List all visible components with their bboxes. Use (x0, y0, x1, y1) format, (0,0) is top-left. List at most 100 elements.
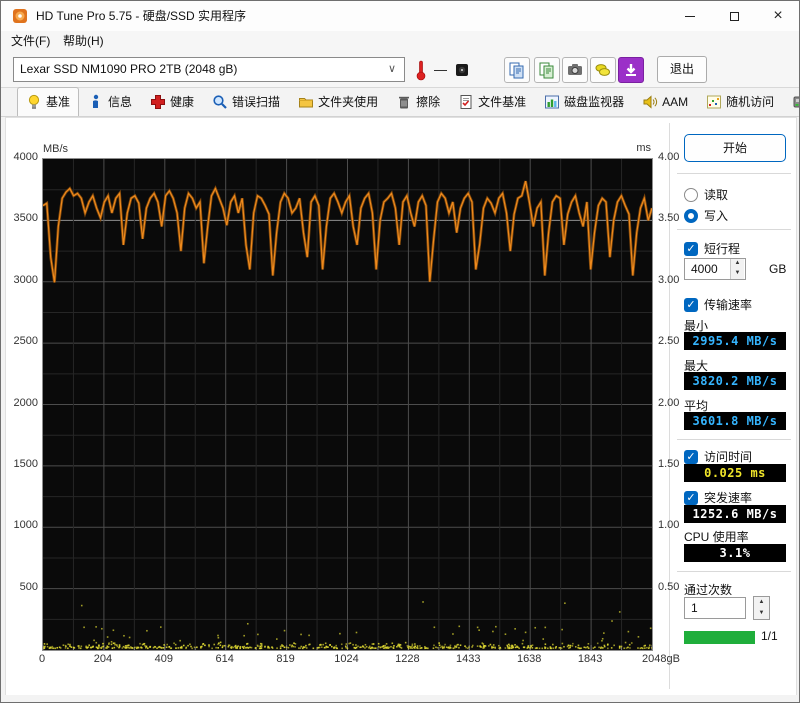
axis-tick-label: 2500 (1, 335, 38, 347)
save-button[interactable] (590, 57, 616, 83)
copy-icon (508, 61, 526, 79)
copy-results-button[interactable] (504, 57, 530, 83)
pass-count-label: 通过次数 (684, 581, 732, 598)
access-time-row[interactable]: ✓ 访问时间 (684, 448, 752, 465)
pass-count-spinner[interactable]: 1 (684, 597, 746, 619)
tab-label: 磁盘监视器 (564, 93, 624, 110)
burst-rate-row[interactable]: ✓ 突发速率 (684, 489, 752, 506)
transfer-rate-label: 传输速率 (704, 296, 752, 313)
tab-label: AAM (662, 95, 688, 109)
separator (677, 571, 791, 572)
radio-write-label: 写入 (704, 207, 728, 224)
axis-tick-label: 1500 (1, 458, 38, 470)
device-select[interactable]: Lexar SSD NM1090 PRO 2TB (2048 gB) ∨ (13, 57, 405, 82)
exit-button[interactable]: 退出 (657, 56, 707, 83)
tab-label: 文件基准 (478, 93, 526, 110)
tab-extra-tests[interactable]: 额外测试 (783, 87, 800, 116)
axis-tick-label: 819 (276, 653, 294, 665)
axis-tick-label: 1024 (334, 653, 358, 665)
download-arrow-icon (623, 62, 639, 78)
chart-plot (43, 159, 652, 650)
screenshot-button[interactable] (562, 57, 588, 83)
menu-bar: 文件(F) 帮助(H) (1, 31, 799, 51)
disk-monitor-icon (544, 94, 560, 110)
tab-benchmark[interactable]: 基准 (17, 87, 79, 116)
toolbar: Lexar SSD NM1090 PRO 2TB (2048 gB) ∨ — (1, 51, 799, 88)
axis-tick-label: 500 (1, 581, 38, 593)
window-title: HD Tune Pro 5.75 - 硬盘/SSD 实用程序 (36, 1, 246, 31)
benchmark-chart (42, 158, 653, 651)
axis-tick-label: 0 (39, 653, 45, 665)
progress-bar (684, 631, 755, 644)
radio-write-row[interactable]: 写入 (684, 207, 728, 224)
burst-rate-checkbox[interactable]: ✓ (684, 491, 698, 505)
health-cross-icon (150, 94, 166, 110)
tab-info[interactable]: 信息 (79, 87, 141, 116)
separator (677, 439, 791, 440)
progress-text: 1/1 (761, 629, 778, 643)
right-axis-unit: ms (613, 142, 651, 154)
spin-up-icon[interactable]: ▲ (731, 259, 744, 269)
radio-read[interactable] (684, 188, 698, 202)
tab-disk-monitor[interactable]: 磁盘监视器 (535, 87, 633, 116)
disk-icon (454, 62, 470, 78)
download-button[interactable] (618, 57, 644, 83)
start-button[interactable]: 开始 (684, 134, 786, 162)
chevron-down-icon: ∨ (388, 58, 396, 81)
tab-error-scan[interactable]: 错误扫描 (203, 87, 289, 116)
menu-file[interactable]: 文件(F) (7, 31, 54, 51)
window-footer (1, 695, 799, 702)
tab-label: 健康 (170, 93, 194, 110)
tab-label: 擦除 (416, 93, 440, 110)
aam-speaker-icon (642, 94, 658, 110)
app-icon (12, 8, 28, 24)
radio-read-row[interactable]: 读取 (684, 186, 728, 203)
random-access-icon (706, 94, 722, 110)
tab-label: 信息 (108, 93, 132, 110)
copy-text-button[interactable] (534, 57, 560, 83)
thermometer-icon (415, 59, 427, 81)
access-time-checkbox[interactable]: ✓ (684, 450, 698, 464)
extra-tests-icon (792, 94, 800, 110)
spin-up-icon[interactable]: ▲ (754, 597, 769, 608)
radio-read-label: 读取 (704, 186, 728, 203)
axis-tick-label: 4000 (1, 151, 38, 163)
device-select-value: Lexar SSD NM1090 PRO 2TB (2048 gB) (20, 62, 237, 76)
radio-write[interactable] (684, 209, 698, 223)
tab-label: 文件夹使用 (318, 93, 378, 110)
axis-tick-label: 3000 (1, 274, 38, 286)
tab-file-benchmark[interactable]: 文件基准 (449, 87, 535, 116)
camera-icon (566, 61, 584, 79)
tab-health[interactable]: 健康 (141, 87, 203, 116)
maximize-button[interactable] (717, 1, 751, 31)
tab-random-access[interactable]: 随机访问 (697, 87, 783, 116)
menu-help[interactable]: 帮助(H) (59, 31, 108, 51)
copy-text-icon (538, 61, 556, 79)
cpu-usage-value: 3.1% (684, 544, 786, 562)
axis-tick-label: 1843 (578, 653, 602, 665)
short-stroke-checkbox[interactable]: ✓ (684, 242, 698, 256)
spin-down-icon[interactable]: ▼ (754, 608, 769, 619)
axis-tick-label: 204 (94, 653, 112, 665)
scan-icon (212, 94, 228, 110)
short-stroke-row[interactable]: ✓ 短行程 (684, 240, 740, 257)
access-time-value: 0.025 ms (684, 464, 786, 482)
short-stroke-spinner[interactable]: 4000 ▲▼ (684, 258, 746, 280)
tab-aam[interactable]: AAM (633, 88, 697, 116)
axis-tick-label: 1228 (395, 653, 419, 665)
temperature-value: — (434, 62, 447, 77)
close-button[interactable]: × (761, 1, 795, 31)
short-stroke-value: 4000 (691, 262, 718, 276)
min-value: 2995.4 MB/s (684, 332, 786, 350)
minimize-button[interactable] (673, 1, 707, 31)
burst-rate-value: 1252.6 MB/s (684, 505, 786, 523)
pass-count-arrows[interactable]: ▲▼ (753, 596, 770, 620)
tab-folder-usage[interactable]: 文件夹使用 (289, 87, 387, 116)
spinner-arrows[interactable]: ▲▼ (730, 259, 744, 279)
transfer-rate-checkbox[interactable]: ✓ (684, 298, 698, 312)
tab-erase[interactable]: 擦除 (387, 87, 449, 116)
transfer-rate-row[interactable]: ✓ 传输速率 (684, 296, 752, 313)
spin-down-icon[interactable]: ▼ (731, 269, 744, 279)
temperature-display: — (415, 57, 470, 82)
tab-label: 随机访问 (726, 93, 774, 110)
